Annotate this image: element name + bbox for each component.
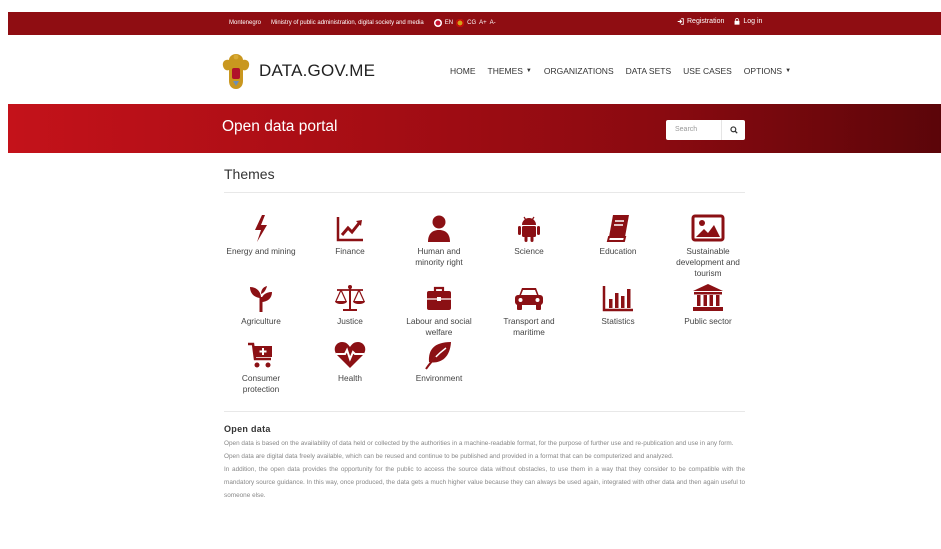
divider <box>224 411 745 412</box>
font-decrease-button[interactable]: A- <box>490 20 496 26</box>
registration-label: Registration <box>687 18 725 25</box>
registration-link[interactable]: Registration <box>677 18 724 25</box>
chevron-down-icon: ▼ <box>525 68 532 74</box>
theme-label: Statistics <box>601 316 635 326</box>
open-data-text: Open data is based on the availability o… <box>224 437 745 502</box>
main-nav: HOME THEMES ▼ ORGANIZATIONS DATA SETS USE… <box>450 66 791 76</box>
open-data-paragraph: Open data are digital data freely availa… <box>224 453 674 460</box>
site-logo[interactable]: DATA.GOV.ME <box>221 51 375 91</box>
theme-transport-and-maritime[interactable]: Transport and maritime <box>492 283 566 338</box>
font-increase-button[interactable]: A+ <box>479 20 487 26</box>
nav-home[interactable]: HOME <box>450 66 476 76</box>
theme-label: Health <box>338 373 362 383</box>
user-icon <box>428 215 450 242</box>
top-bar: Montenegro Ministry of public administra… <box>8 12 941 35</box>
theme-label: Public sector <box>684 316 732 326</box>
search-button[interactable] <box>721 120 745 140</box>
seedling-icon <box>250 286 272 312</box>
theme-energy-and-mining[interactable]: Energy and mining <box>224 213 298 257</box>
heartbeat-icon <box>334 342 366 368</box>
lang-cg-link[interactable]: CG <box>467 20 476 26</box>
search-input[interactable]: Search <box>666 120 721 140</box>
chevron-down-icon: ▼ <box>785 68 792 74</box>
theme-label: Labour and social welfare <box>406 316 472 337</box>
theme-label: Transport and maritime <box>503 316 555 337</box>
open-data-paragraph: Open data is based on the availability o… <box>224 440 734 447</box>
country-link[interactable]: Montenegro <box>229 20 261 26</box>
brand-name: DATA.GOV.ME <box>259 61 376 80</box>
sign-in-icon <box>677 18 684 25</box>
search-icon <box>729 126 738 134</box>
page-title: Open data portal <box>222 118 338 135</box>
theme-label: Science <box>514 246 544 256</box>
coat-of-arms-icon <box>222 54 250 89</box>
open-data-heading: Open data <box>224 424 271 434</box>
nav-usecases[interactable]: USE CASES <box>683 66 732 76</box>
theme-label: Finance <box>335 246 365 256</box>
scale-icon <box>335 285 365 311</box>
theme-label: Consumer protection <box>241 373 281 394</box>
top-bar-right: Registration Log in <box>677 18 762 25</box>
theme-label: Energy and mining <box>226 246 296 256</box>
theme-label: Human and minority right <box>415 246 463 267</box>
theme-consumer-protection[interactable]: Consumer protection <box>224 340 298 395</box>
image-icon <box>691 214 725 242</box>
ministry-link[interactable]: Ministry of public administration, digit… <box>271 20 424 26</box>
theme-justice[interactable]: Justice <box>313 283 387 327</box>
theme-sustainable-development-and-tourism[interactable]: Sustainable development and tourism <box>671 213 745 279</box>
login-link[interactable]: Log in <box>734 18 762 25</box>
theme-label: Sustainable development and tourism <box>676 246 740 278</box>
uk-flag-icon[interactable] <box>433 19 442 27</box>
theme-labour-and-social-welfare[interactable]: Labour and social welfare <box>402 283 476 338</box>
theme-finance[interactable]: Finance <box>313 213 387 257</box>
theme-environment[interactable]: Environment <box>402 340 476 384</box>
language-switcher: EN CG A+ A- <box>433 19 496 27</box>
themes-heading: Themes <box>224 166 275 182</box>
top-bar-left: Montenegro Ministry of public administra… <box>229 19 496 27</box>
theme-label: Justice <box>337 316 363 326</box>
leaf-icon <box>425 342 451 370</box>
open-data-paragraph: In addition, the open data provides the … <box>224 466 745 499</box>
theme-public-sector[interactable]: Public sector <box>671 283 745 327</box>
car-icon <box>515 288 543 310</box>
theme-human-and-minority-right[interactable]: Human and minority right <box>402 213 476 268</box>
divider <box>224 192 745 193</box>
cart-icon <box>248 342 272 368</box>
montenegro-flag-icon[interactable] <box>456 19 465 27</box>
theme-label: Environment <box>415 373 463 383</box>
android-icon <box>518 216 540 242</box>
nav-themes[interactable]: THEMES ▼ <box>488 66 532 76</box>
hero-banner: Open data portal Search <box>8 104 941 153</box>
theme-label: Education <box>599 246 637 256</box>
theme-science[interactable]: Science <box>492 213 566 257</box>
bank-icon <box>693 284 723 311</box>
briefcase-icon <box>427 286 451 310</box>
nav-datasets[interactable]: DATA SETS <box>626 66 672 76</box>
nav-options[interactable]: OPTIONS ▼ <box>744 66 791 76</box>
theme-agriculture[interactable]: Agriculture <box>224 283 298 327</box>
lang-en-link[interactable]: EN <box>445 20 453 26</box>
book-icon <box>606 215 629 242</box>
chart-line-icon <box>336 217 363 242</box>
nav-organizations[interactable]: ORGANIZATIONS <box>544 66 614 76</box>
search-box: Search <box>666 120 745 140</box>
bar-chart-icon <box>602 286 633 312</box>
theme-statistics[interactable]: Statistics <box>581 283 655 327</box>
login-label: Log in <box>743 18 763 25</box>
theme-education[interactable]: Education <box>581 213 655 257</box>
bolt-icon <box>255 215 267 242</box>
theme-label: Agriculture <box>241 316 281 326</box>
theme-health[interactable]: Health <box>313 340 387 384</box>
nav-options-label: OPTIONS <box>743 66 783 76</box>
nav-themes-label: THEMES <box>487 66 523 76</box>
lock-icon <box>734 18 740 25</box>
site-header: DATA.GOV.ME HOME THEMES ▼ ORGANIZATIONS D… <box>0 35 941 104</box>
